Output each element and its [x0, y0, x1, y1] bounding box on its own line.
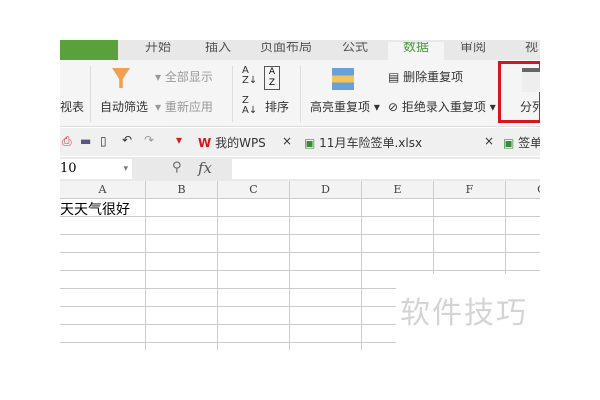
tab-formulas[interactable]: 公式	[342, 42, 368, 60]
fx-button[interactable]: fx	[198, 159, 212, 177]
split-column-icon	[522, 68, 540, 92]
pivot-table-button[interactable]: 视表	[60, 98, 84, 115]
zoom-icon[interactable]: ⚲	[172, 160, 182, 175]
column-header-c[interactable]: C	[218, 181, 290, 199]
show-all-button[interactable]: ▾ 全部显示	[155, 68, 213, 85]
ribbon-tabs: 开始 插入 页面布局 公式 数据 审阅 视	[60, 40, 540, 60]
sort-desc-icon[interactable]: Z A↓	[242, 96, 257, 116]
wps-logo-icon: W	[198, 136, 212, 150]
name-box[interactable]: 10 ▾	[60, 159, 132, 179]
excel-file-icon: ▣	[304, 136, 316, 150]
tab-insert[interactable]: 插入	[205, 42, 231, 60]
quick-access-bar: ⎙ ▬ ▯ ↶ ↷ ▾ W 我的WPS × ▣ 11月车险签单.xlsx × ▣…	[60, 128, 540, 156]
sort-button[interactable]: 排序	[265, 98, 289, 115]
remove-duplicates-button[interactable]: ▤ 删除重复项	[388, 68, 463, 85]
reject-duplicates-button[interactable]: ⊘ 拒绝录入重复项 ▾	[388, 98, 496, 115]
column-header-e[interactable]: E	[362, 181, 434, 199]
column-header-f[interactable]: F	[434, 181, 506, 199]
column-header-b[interactable]: B	[146, 181, 218, 199]
reapply-button[interactable]: ▾ 重新应用	[155, 98, 213, 115]
doc-tab-other[interactable]: ▣ 签单	[503, 134, 540, 151]
highlight-duplicates-icon	[332, 68, 354, 90]
customize-icon[interactable]: ▾	[176, 133, 182, 147]
tab-home[interactable]: 开始	[145, 42, 171, 60]
print-icon[interactable]: ▬	[80, 134, 91, 148]
split-column-button[interactable]: 分列	[520, 98, 540, 115]
chevron-down-icon[interactable]: ▾	[123, 159, 128, 179]
ribbon-data: 视表 自动筛选 ▾ 全部显示 ▾ 重新应用 A Z↓ Z A↓ AZ 排序 高亮重复…	[60, 60, 540, 127]
excel-file-icon: ▣	[503, 136, 515, 150]
close-tab-icon[interactable]: ×	[282, 134, 292, 148]
tab-data[interactable]: 数据	[388, 42, 444, 60]
filter-icon	[112, 68, 130, 88]
print-preview-icon[interactable]: ▯	[100, 134, 107, 148]
doc-tab-mywps[interactable]: W 我的WPS	[198, 134, 266, 151]
highlight-duplicates-button[interactable]: 高亮重复项 ▾	[310, 98, 380, 115]
sort-asc-icon[interactable]: A Z↓	[242, 66, 257, 86]
tab-review[interactable]: 审阅	[460, 42, 486, 60]
formula-input[interactable]	[232, 159, 540, 179]
pdf-icon[interactable]: ⎙	[62, 134, 72, 149]
sort-icon: AZ	[264, 66, 280, 90]
column-header-d[interactable]: D	[290, 181, 362, 199]
autofilter-button[interactable]: 自动筛选	[100, 98, 148, 115]
doc-tab-xlsx[interactable]: ▣ 11月车险签单.xlsx	[304, 134, 422, 151]
column-header-a[interactable]: A	[60, 181, 146, 199]
watermark: 软件技巧	[400, 296, 528, 331]
tab-view[interactable]: 视	[525, 42, 538, 60]
close-tab-icon[interactable]: ×	[484, 134, 494, 148]
tab-page-layout[interactable]: 页面布局	[260, 42, 312, 60]
wps-spreadsheet-window: 开始 插入 页面布局 公式 数据 审阅 视 视表 自动筛选 ▾ 全部显示 ▾ 重…	[60, 40, 540, 350]
redo-icon[interactable]: ↷	[144, 133, 154, 147]
formula-bar: 10 ▾ ⚲ fx	[60, 157, 540, 181]
undo-icon[interactable]: ↶	[122, 133, 132, 147]
column-header-g[interactable]: G	[506, 181, 540, 199]
app-menu-button[interactable]	[60, 40, 118, 60]
